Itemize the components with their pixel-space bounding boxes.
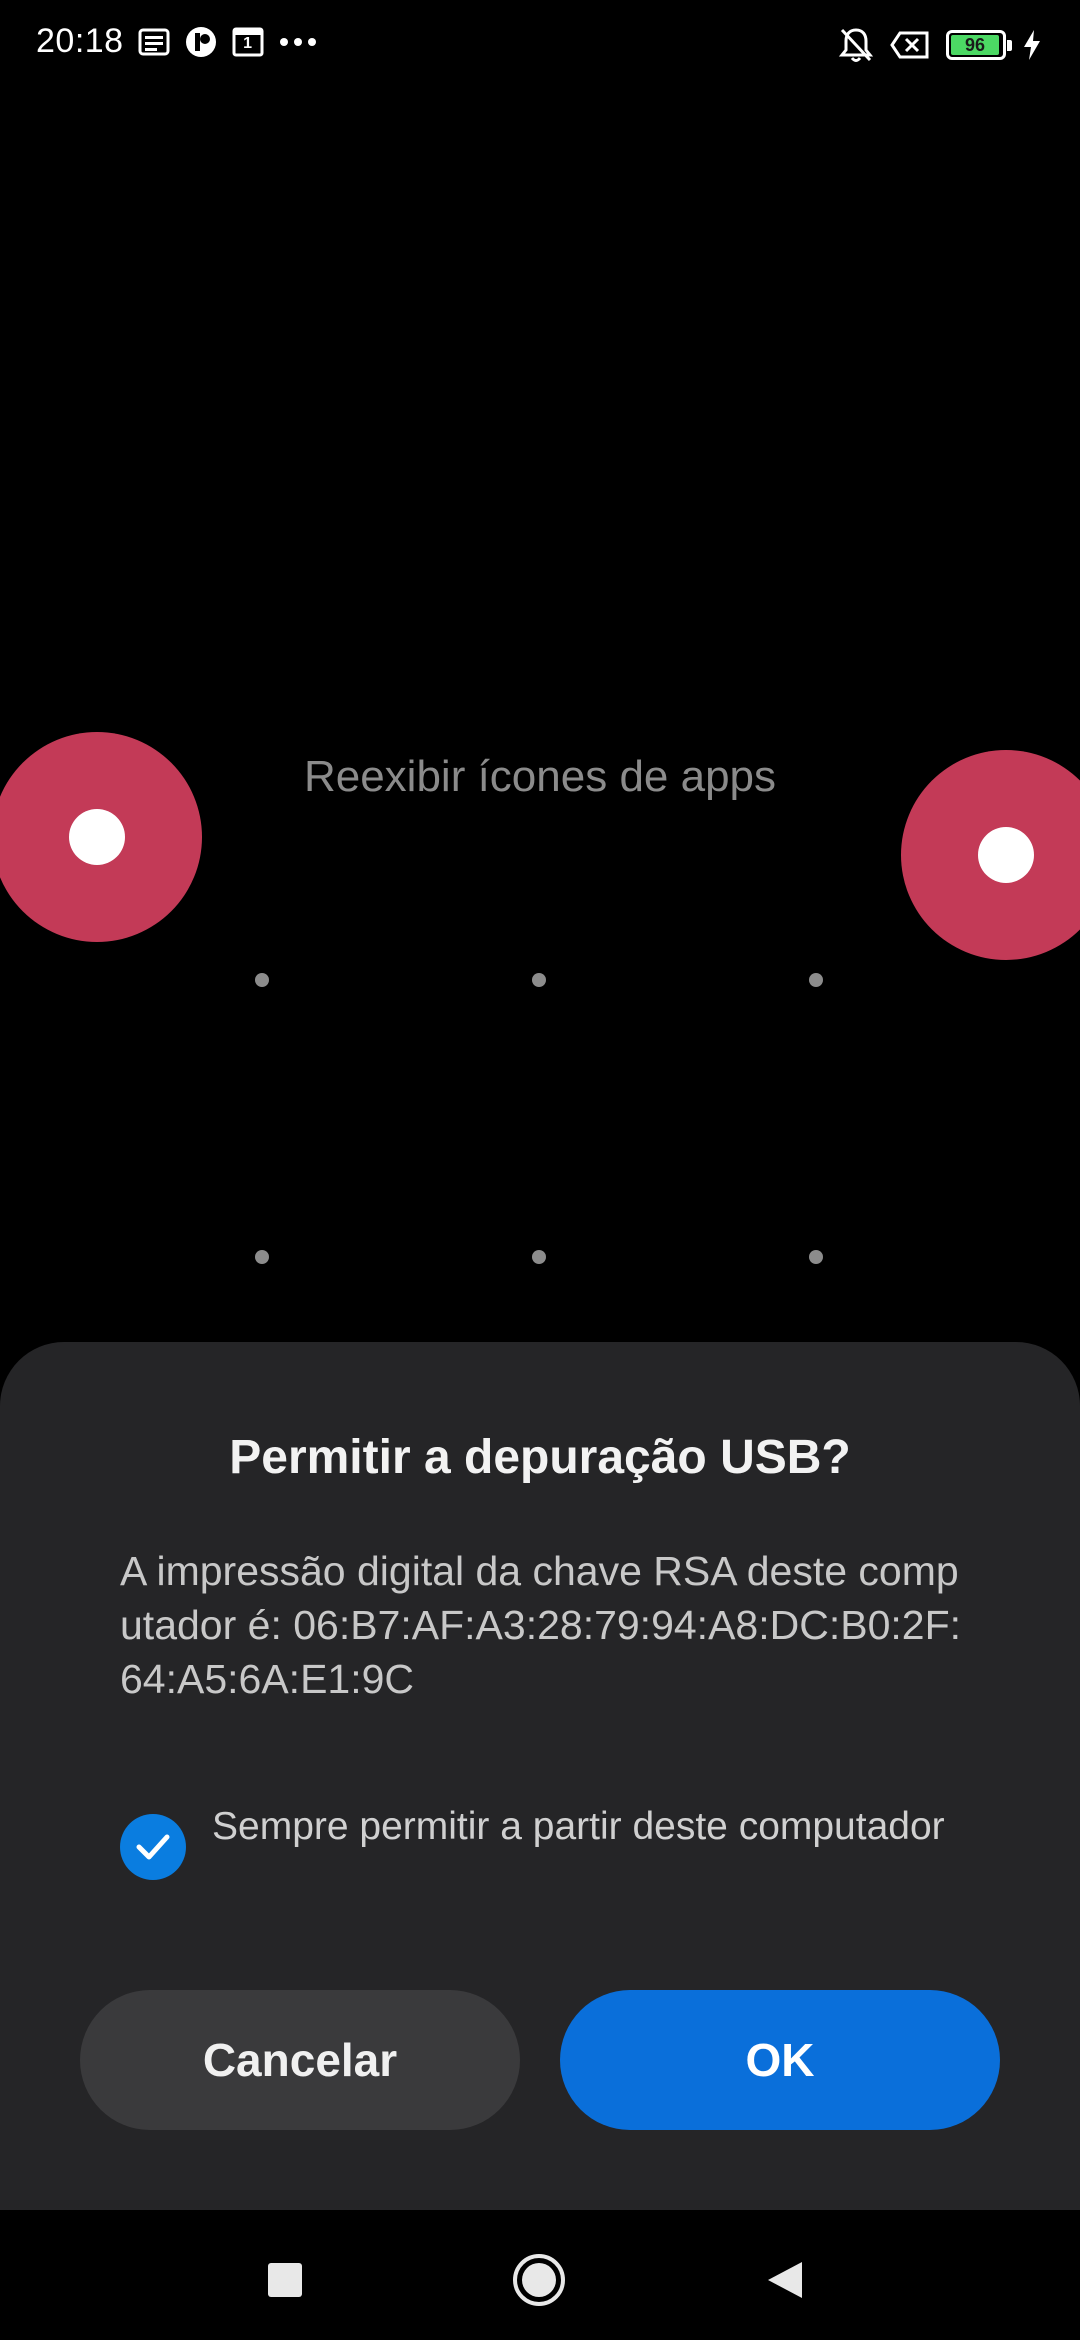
navigation-bar <box>0 2210 1080 2340</box>
silent-bell-icon <box>838 26 874 64</box>
recents-icon <box>268 2263 302 2297</box>
news-icon <box>138 27 170 57</box>
dialog-message: A impressão digital da chave RSA deste c… <box>120 1548 962 1702</box>
calendar-day: 1 <box>243 34 253 52</box>
charging-bolt-icon <box>1022 29 1042 61</box>
back-button[interactable] <box>750 2245 820 2315</box>
calendar-icon: 1 <box>232 27 264 57</box>
pattern-dot[interactable] <box>255 973 269 987</box>
recents-button[interactable] <box>250 2245 320 2315</box>
battery-fill: 96 <box>951 35 999 55</box>
battery-icon: 96 <box>946 30 1012 60</box>
always-allow-row[interactable]: Sempre permitir a partir deste computado… <box>120 1802 980 1880</box>
pattern-dot[interactable] <box>532 973 546 987</box>
always-allow-checkbox[interactable] <box>120 1814 186 1880</box>
status-time: 20:18 <box>36 22 124 60</box>
back-icon <box>768 2262 802 2298</box>
home-icon <box>513 2254 565 2306</box>
more-dots-icon <box>278 36 318 48</box>
status-bar-left: 20:18 1 <box>36 22 318 61</box>
pattern-dot[interactable] <box>532 1250 546 1264</box>
no-sim-icon <box>890 30 930 60</box>
pattern-dot[interactable] <box>255 1250 269 1264</box>
always-allow-label: Sempre permitir a partir deste computado… <box>212 1805 945 1848</box>
pattern-dot[interactable] <box>809 973 823 987</box>
home-button[interactable] <box>504 2245 574 2315</box>
checkmark-icon <box>136 1834 170 1860</box>
touch-indicator-left <box>0 732 202 942</box>
status-bar: 20:18 1 96 <box>0 0 1080 96</box>
dialog-title: Permitir a depuração USB? <box>229 1431 851 1484</box>
ok-button[interactable]: OK <box>560 1990 1000 2130</box>
pattern-dot[interactable] <box>809 1250 823 1264</box>
usb-debugging-dialog: Permitir a depuração USB? A impressão di… <box>0 1342 1080 2210</box>
app-icon <box>184 25 218 59</box>
cancel-button[interactable]: Cancelar <box>80 1990 520 2130</box>
battery-level: 96 <box>964 34 986 55</box>
status-bar-right: 96 <box>838 26 1042 64</box>
